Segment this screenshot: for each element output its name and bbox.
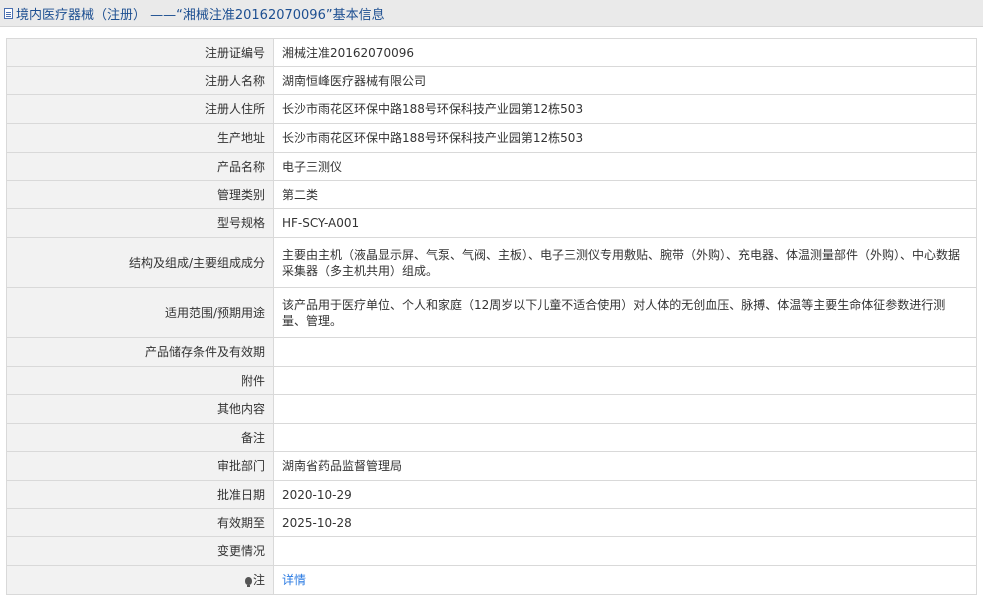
row-label: 审批部门: [6, 451, 274, 481]
row-label: 注册人住所: [6, 94, 274, 124]
row-value: 2020-10-29: [273, 480, 977, 509]
details-link[interactable]: 详情: [282, 573, 306, 587]
table-row-structure-composition: 结构及组成/主要组成成分 主要由主机（液晶显示屏、气泵、气阀、主板）、电子三测仪…: [6, 237, 977, 288]
row-value: 湖南省药品监督管理局: [273, 451, 977, 481]
table-row-approval-date: 批准日期 2020-10-29: [6, 480, 977, 509]
row-value-note: 详情: [273, 565, 977, 595]
row-value: 长沙市雨花区环保中路188号环保科技产业园第12栋503: [273, 94, 977, 124]
row-value: 该产品用于医疗单位、个人和家庭（12周岁以下儿童不适合使用）对人体的无创血压、脉…: [273, 287, 977, 338]
row-label: 注册证编号: [6, 38, 274, 67]
row-label: 型号规格: [6, 208, 274, 238]
row-value: 湖南恒峰医疗器械有限公司: [273, 66, 977, 95]
row-value: [273, 423, 977, 452]
table-row-registrant-address: 注册人住所 长沙市雨花区环保中路188号环保科技产业园第12栋503: [6, 94, 977, 124]
note-label-text: 注: [252, 573, 265, 587]
row-label: 管理类别: [6, 180, 274, 209]
row-value: 长沙市雨花区环保中路188号环保科技产业园第12栋503: [273, 123, 977, 153]
row-label: 结构及组成/主要组成成分: [6, 237, 274, 288]
table-row-note: 注 详情: [6, 565, 977, 595]
row-value: [273, 536, 977, 566]
table-row-registrant-name: 注册人名称 湖南恒峰医疗器械有限公司: [6, 66, 977, 95]
table-row-attachments: 附件: [6, 366, 977, 395]
page-header: 境内医疗器械（注册） ——“湘械注准20162070096”基本信息: [0, 0, 983, 27]
table-row-management-category: 管理类别 第二类: [6, 180, 977, 209]
row-value: 湘械注准20162070096: [273, 38, 977, 67]
row-label: 有效期至: [6, 508, 274, 537]
row-label: 附件: [6, 366, 274, 395]
row-label: 产品名称: [6, 152, 274, 181]
table-row-valid-until: 有效期至 2025-10-28: [6, 508, 977, 537]
row-value: 主要由主机（液晶显示屏、气泵、气阀、主板）、电子三测仪专用敷贴、腕带（外购）、充…: [273, 237, 977, 288]
row-label: 适用范围/预期用途: [6, 287, 274, 338]
row-value: [273, 394, 977, 424]
row-label: 注册人名称: [6, 66, 274, 95]
row-value: 第二类: [273, 180, 977, 209]
row-label: 产品储存条件及有效期: [6, 337, 274, 367]
document-icon: [4, 7, 13, 19]
row-value: 2025-10-28: [273, 508, 977, 537]
lightbulb-icon: [244, 577, 252, 587]
row-label: 生产地址: [6, 123, 274, 153]
table-row-registration-number: 注册证编号 湘械注准20162070096: [6, 38, 977, 67]
row-label: 批准日期: [6, 480, 274, 509]
row-label: 备注: [6, 423, 274, 452]
row-label-note: 注: [6, 565, 274, 595]
table-row-remarks: 备注: [6, 423, 977, 452]
table-row-approval-department: 审批部门 湖南省药品监督管理局: [6, 451, 977, 481]
row-value: [273, 337, 977, 367]
row-value: HF-SCY-A001: [273, 208, 977, 238]
page-title: 境内医疗器械（注册） ——“湘械注准20162070096”基本信息: [16, 7, 385, 23]
table-row-model-spec: 型号规格 HF-SCY-A001: [6, 208, 977, 238]
info-table: 注册证编号 湘械注准20162070096 注册人名称 湖南恒峰医疗器械有限公司…: [6, 38, 977, 595]
row-label: 变更情况: [6, 536, 274, 566]
table-row-storage-conditions: 产品储存条件及有效期: [6, 337, 977, 367]
table-row-change-status: 变更情况: [6, 536, 977, 566]
table-row-product-name: 产品名称 电子三测仪: [6, 152, 977, 181]
row-label: 其他内容: [6, 394, 274, 424]
table-row-intended-use: 适用范围/预期用途 该产品用于医疗单位、个人和家庭（12周岁以下儿童不适合使用）…: [6, 287, 977, 338]
table-row-production-address: 生产地址 长沙市雨花区环保中路188号环保科技产业园第12栋503: [6, 123, 977, 153]
row-value: 电子三测仪: [273, 152, 977, 181]
table-row-other-content: 其他内容: [6, 394, 977, 424]
row-value: [273, 366, 977, 395]
